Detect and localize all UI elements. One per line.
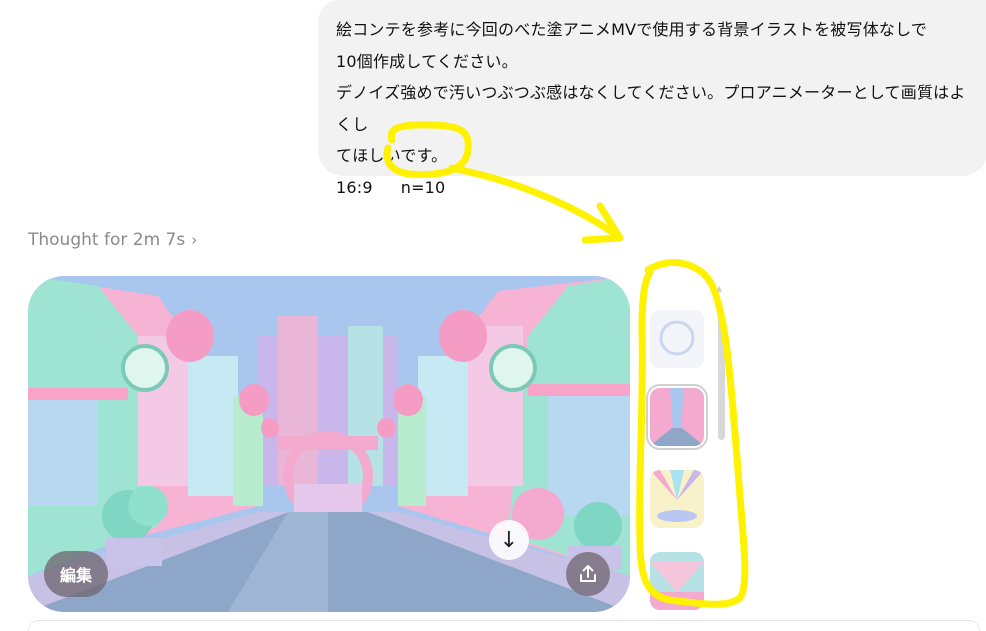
generated-image[interactable] bbox=[28, 276, 630, 612]
composer-edge bbox=[28, 620, 980, 631]
message-line-2: 10個作成してください。 bbox=[336, 51, 518, 71]
chevron-right-icon: › bbox=[191, 231, 198, 249]
message-params: 16:9 n=10 bbox=[336, 172, 970, 204]
message-line-1: 絵コンテを参考に今回のべた塗アニメMVで使用する背景イラストを被写体なしで bbox=[336, 20, 928, 39]
thumbnail-2[interactable] bbox=[646, 384, 708, 450]
message-line-4: てほしいです。 bbox=[336, 146, 448, 165]
thumbnail-3[interactable] bbox=[650, 470, 704, 528]
message-line-3: デノイズ強めで汚いつぶつぶ感はなくしてください。プロアニメーターとして画質はよく… bbox=[336, 83, 966, 134]
share-icon[interactable] bbox=[566, 552, 610, 596]
message-count: n=10 bbox=[400, 177, 446, 197]
message-aspect: 16:9 bbox=[336, 177, 373, 197]
user-message-bubble: 絵コンテを参考に今回のべた塗アニメMVで使用する背景イラストを被写体なしで 10… bbox=[318, 0, 986, 197]
thumbnail-strip bbox=[646, 290, 726, 623]
arrow-down-icon[interactable]: ↓ bbox=[489, 520, 529, 560]
thought-toggle[interactable]: Thought for 2m 7s › bbox=[28, 230, 197, 250]
edit-button[interactable]: 編集 bbox=[44, 551, 108, 597]
street-illustration bbox=[28, 276, 630, 612]
thumbnail-4[interactable] bbox=[650, 552, 704, 610]
scroll-down-icon[interactable]: ▼ bbox=[716, 600, 722, 609]
thought-label: Thought for 2m 7s bbox=[28, 230, 186, 250]
scrollbar-thumb[interactable] bbox=[718, 315, 725, 440]
scroll-up-icon[interactable]: ▲ bbox=[716, 284, 722, 293]
thumbnail-1[interactable] bbox=[650, 310, 704, 368]
